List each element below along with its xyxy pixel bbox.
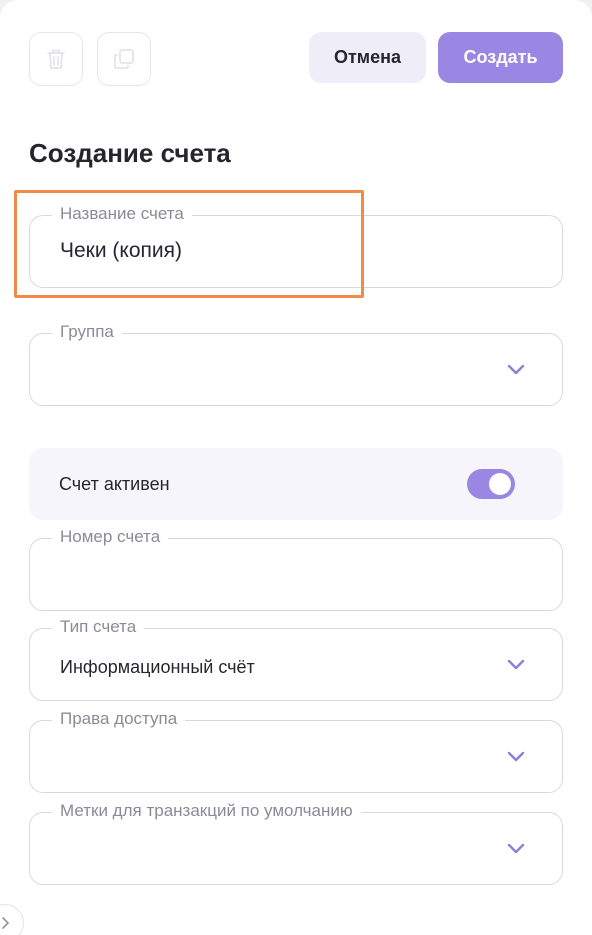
chevron-down-icon[interactable] [506, 841, 526, 855]
group-label: Группа [52, 322, 122, 342]
trash-icon [47, 49, 65, 69]
create-button[interactable]: Создать [438, 32, 563, 83]
account-type-select[interactable]: Тип счета Информационный счёт [29, 617, 563, 701]
access-rights-label: Права доступа [52, 709, 186, 729]
account-number-label: Номер счета [52, 527, 169, 547]
copy-button[interactable] [97, 32, 151, 86]
account-active-toggle[interactable] [467, 469, 515, 499]
page-title: Создание счета [29, 138, 231, 168]
account-type-label: Тип счета [52, 617, 145, 637]
delete-button[interactable] [29, 32, 83, 86]
cancel-button[interactable]: Отмена [309, 32, 426, 83]
toggle-knob [489, 473, 511, 495]
chevron-down-icon[interactable] [506, 362, 526, 376]
chevron-down-icon[interactable] [506, 657, 526, 671]
account-type-value: Информационный счёт [60, 657, 255, 677]
account-active-row: Счет активен [29, 448, 563, 520]
chevron-right-icon [2, 917, 9, 929]
account-number-field[interactable]: Номер счета [29, 527, 563, 611]
default-tags-select[interactable]: Метки для транзакций по умолчанию [29, 801, 563, 885]
access-rights-select[interactable]: Права доступа [29, 709, 563, 793]
account-active-label: Счет активен [59, 474, 170, 494]
copy-icon [114, 49, 134, 69]
group-select[interactable]: Группа [29, 322, 563, 406]
account-name-value[interactable]: Чеки (копия) [60, 238, 182, 264]
default-tags-label: Метки для транзакций по умолчанию [52, 801, 361, 821]
chevron-down-icon[interactable] [506, 749, 526, 763]
account-name-field[interactable]: Название счета Чеки (копия) [29, 204, 563, 288]
create-account-panel: Отмена Создать Создание счета Название с… [0, 0, 592, 935]
account-name-label: Название счета [52, 204, 192, 224]
expand-sidebar-button[interactable] [0, 904, 24, 935]
